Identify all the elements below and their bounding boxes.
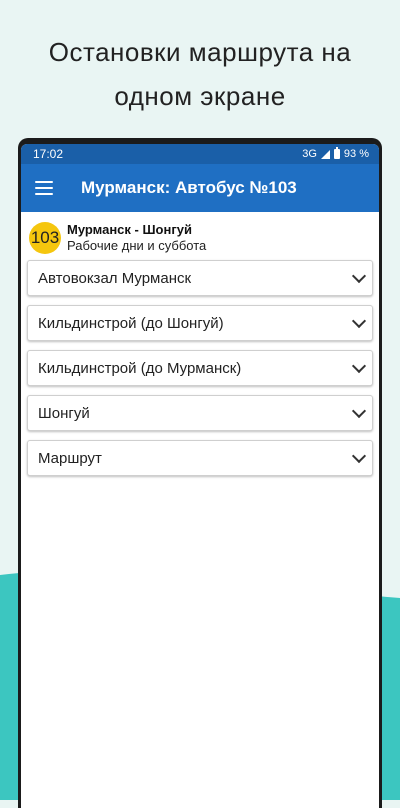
stop-dropdown-kildinstroy-shonguy[interactable]: Кильдинстрой (до Шонгуй)	[27, 305, 373, 341]
app-screen: 17:02 3G 93 % Мурманск: Автобус №103 103…	[21, 144, 379, 808]
stop-label: Кильдинстрой (до Шонгуй)	[38, 314, 224, 332]
promo-line-1: Остановки маршрута на	[48, 37, 352, 67]
signal-icon	[320, 149, 330, 159]
stop-dropdown-shonguy[interactable]: Шонгуй	[27, 395, 373, 431]
route-header: 103 Мурманск - Шонгуй Рабочие дни и субб…	[21, 212, 379, 260]
hamburger-menu-icon[interactable]	[35, 181, 53, 195]
battery-icon	[333, 147, 340, 159]
route-name: Мурманск - Шонгуй	[67, 222, 192, 237]
app-bar-title: Мурманск: Автобус №103	[81, 178, 297, 197]
chevron-down-icon	[351, 358, 367, 373]
stop-dropdown-avtovokzal[interactable]: Автовокзал Мурманск	[27, 260, 373, 296]
stop-label: Автовокзал Мурманск	[38, 269, 192, 287]
stop-label: Маршрут	[38, 449, 102, 467]
chevron-down-icon	[351, 268, 367, 283]
route-dropdown[interactable]: Маршрут	[27, 440, 373, 476]
stop-label: Кильдинстрой (до Мурманск)	[38, 359, 242, 377]
network-type: 3G	[302, 148, 317, 160]
chevron-down-icon	[351, 313, 367, 328]
promo-line-2: одном экране	[114, 81, 286, 111]
route-info: Мурманск - Шонгуй Рабочие дни и суббота	[67, 222, 206, 254]
status-time: 17:02	[33, 147, 64, 161]
status-bar: 17:02 3G 93 %	[21, 144, 379, 164]
route-number-badge: 103	[29, 222, 61, 254]
chevron-down-icon	[351, 448, 367, 463]
stop-list: Автовокзал Мурманск Кильдинстрой (до Шон…	[21, 260, 379, 476]
app-bar: Мурманск: Автобус №103	[21, 164, 379, 212]
status-indicators: 3G 93 %	[302, 147, 369, 160]
phone-frame: 17:02 3G 93 % Мурманск: Автобус №103 103…	[18, 138, 382, 808]
battery-level: 93 %	[343, 148, 369, 160]
promo-headline: Остановки маршрута на одном экране	[0, 30, 400, 118]
stop-dropdown-kildinstroy-murmansk[interactable]: Кильдинстрой (до Мурманск)	[27, 350, 373, 386]
stop-label: Шонгуй	[38, 404, 90, 422]
route-schedule: Рабочие дни и суббота	[67, 238, 207, 253]
chevron-down-icon	[351, 403, 367, 418]
